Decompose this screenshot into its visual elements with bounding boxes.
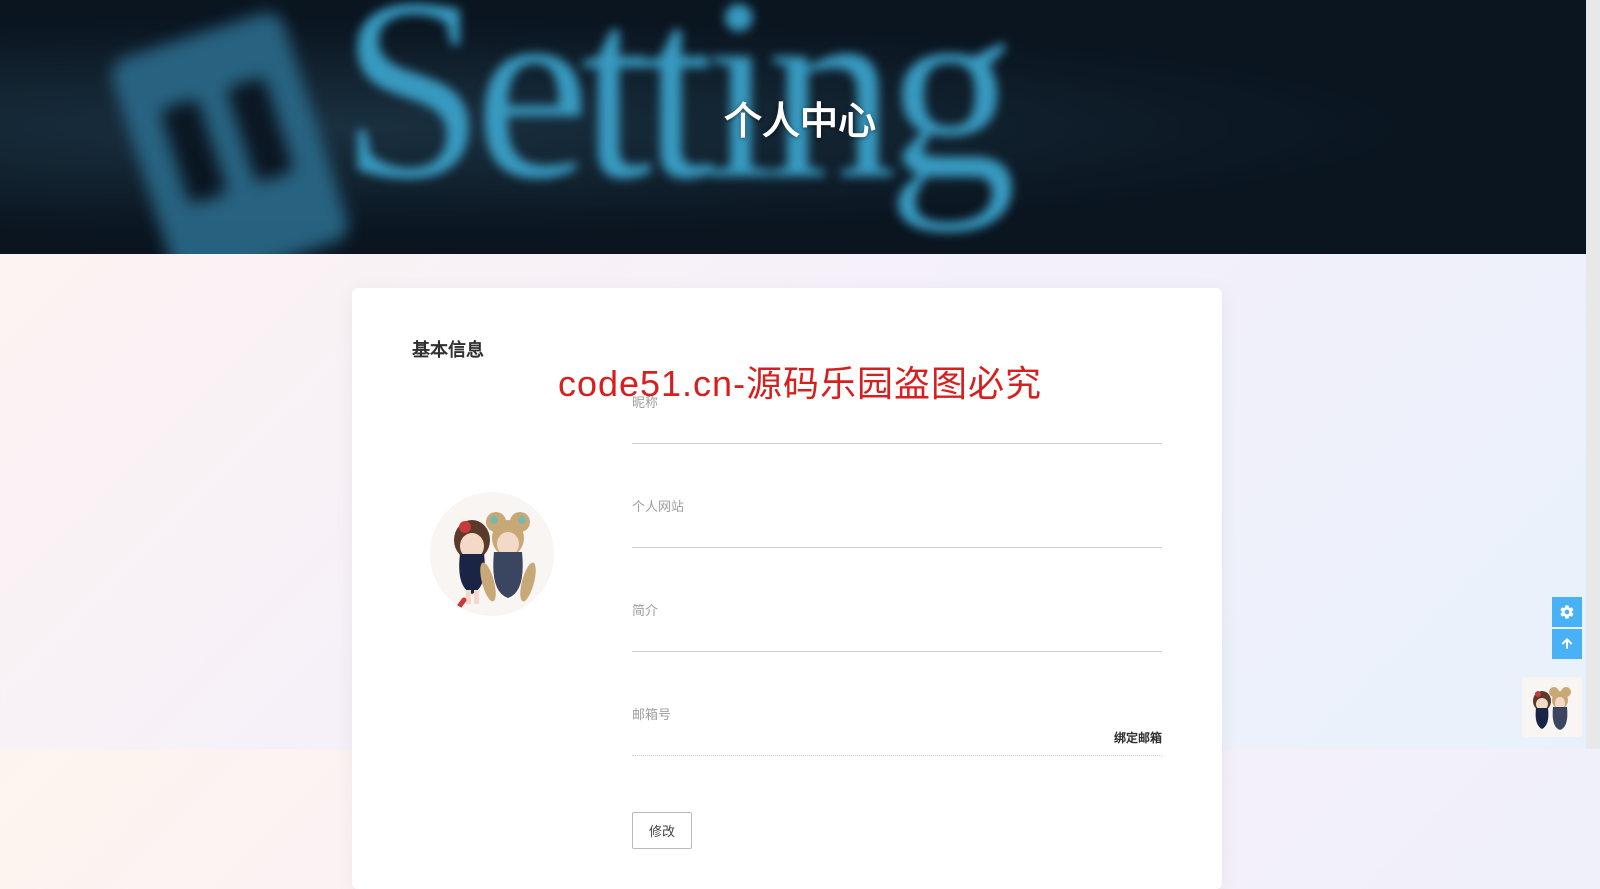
field-intro: 简介 bbox=[632, 600, 1162, 652]
submit-button[interactable]: 修改 bbox=[632, 812, 692, 849]
bind-email-link[interactable]: 绑定邮箱 bbox=[1114, 729, 1162, 746]
email-label: 邮箱号 bbox=[632, 704, 1162, 723]
website-input[interactable] bbox=[632, 517, 1162, 548]
page-title: 个人中心 bbox=[724, 90, 876, 145]
fields-column: 昵称 个人网站 简介 邮箱号 绑定邮箱 修改 bbox=[632, 392, 1162, 849]
email-input bbox=[632, 725, 1162, 756]
intro-label: 简介 bbox=[632, 600, 1162, 619]
avatar[interactable] bbox=[430, 492, 554, 616]
hero-banner: Setting 个人中心 bbox=[0, 0, 1600, 254]
website-label: 个人网站 bbox=[632, 496, 1162, 515]
scrollbar-track[interactable] bbox=[1586, 0, 1600, 749]
banner-bg-word: Setting bbox=[340, 0, 1007, 239]
gear-icon bbox=[1559, 604, 1575, 620]
back-to-top-button[interactable] bbox=[1552, 629, 1582, 659]
avatar-column bbox=[412, 392, 572, 849]
profile-form: 昵称 个人网站 简介 邮箱号 绑定邮箱 修改 bbox=[412, 392, 1162, 849]
float-buttons bbox=[1552, 597, 1582, 659]
arrow-up-icon bbox=[1559, 636, 1575, 652]
corner-mascot[interactable] bbox=[1522, 677, 1582, 737]
watermark-text: code51.cn-源码乐园盗图必究 bbox=[558, 355, 1042, 407]
avatar-image bbox=[430, 492, 554, 616]
intro-input[interactable] bbox=[632, 621, 1162, 652]
nickname-input[interactable] bbox=[632, 413, 1162, 444]
mascot-image bbox=[1522, 677, 1582, 737]
settings-button[interactable] bbox=[1552, 597, 1582, 627]
field-website: 个人网站 bbox=[632, 496, 1162, 548]
field-email: 邮箱号 绑定邮箱 bbox=[632, 704, 1162, 756]
